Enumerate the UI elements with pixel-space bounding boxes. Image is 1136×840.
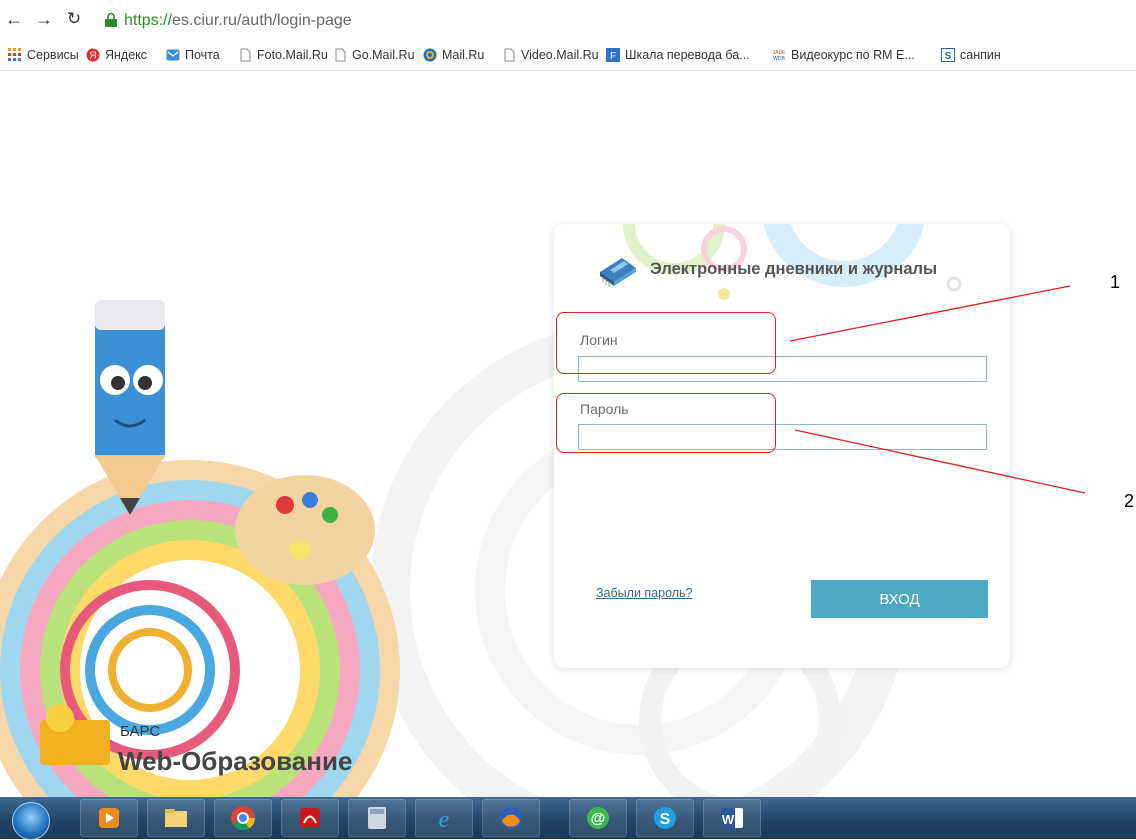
taskbar-mail-agent[interactable]: @ (569, 799, 627, 837)
ie-icon: e (439, 807, 450, 831)
taskbar-media-player[interactable] (80, 799, 138, 837)
acrobat-icon (300, 808, 320, 828)
word-icon: W (721, 808, 743, 828)
taskbar-explorer[interactable] (147, 799, 205, 837)
chrome-icon (231, 806, 255, 831)
svg-text:S: S (660, 811, 671, 828)
taskbar-internet-explorer[interactable]: e (415, 799, 473, 837)
file-explorer-icon (165, 809, 187, 827)
svg-text:@: @ (591, 810, 606, 827)
svg-text:W: W (722, 812, 735, 827)
annotation-number-1: 1 (1110, 272, 1121, 292)
taskbar-word[interactable]: W (703, 799, 761, 837)
calculator-icon (368, 807, 386, 829)
taskbar-calculator[interactable] (348, 799, 406, 837)
skype-icon: S (654, 807, 676, 829)
media-player-icon (99, 808, 119, 828)
firefox-icon (500, 807, 522, 829)
annotation-lines (789, 285, 1086, 494)
taskbar-acrobat[interactable] (281, 799, 339, 837)
svg-text:e: e (439, 807, 450, 831)
taskbar-chrome[interactable] (214, 799, 272, 837)
taskbar-skype[interactable]: S (636, 799, 694, 837)
taskbar-firefox[interactable] (482, 799, 540, 837)
mail-agent-icon: @ (587, 807, 609, 829)
annotation-number-2: 2 (1124, 491, 1135, 511)
start-button[interactable] (12, 802, 50, 840)
